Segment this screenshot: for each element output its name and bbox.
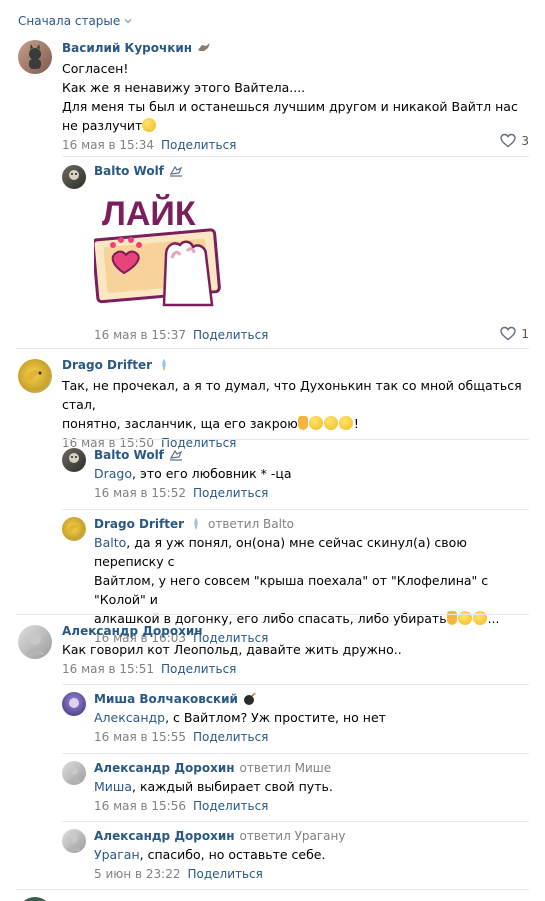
divider bbox=[62, 439, 529, 440]
avatar[interactable] bbox=[18, 359, 52, 393]
avatar[interactable] bbox=[62, 829, 86, 853]
divider bbox=[62, 753, 529, 754]
comment-time[interactable]: 5 июн в 23:22 bbox=[94, 867, 180, 882]
author-name[interactable]: Александр Дорохин bbox=[94, 828, 235, 844]
author-name[interactable]: Василий Курочкин bbox=[62, 40, 192, 56]
share-button[interactable]: Поделиться bbox=[161, 662, 236, 677]
avatar[interactable] bbox=[18, 625, 52, 659]
sticker-text: ЛАЙК bbox=[102, 194, 196, 233]
comment-text: Так, не прочекал, а я то думал, что Духо… bbox=[62, 378, 522, 431]
comment-text: Согласен! Как же я ненавижу этого Вайтел… bbox=[62, 61, 518, 133]
divider bbox=[16, 889, 529, 890]
avatar[interactable] bbox=[62, 517, 86, 541]
comment-text: , с Вайтлом? Уж простите, но нет bbox=[165, 710, 386, 725]
like-count: 3 bbox=[521, 133, 529, 148]
avatar[interactable] bbox=[62, 448, 86, 472]
avatar[interactable] bbox=[62, 761, 86, 785]
comment-text: , каждый выбирает свой путь. bbox=[132, 779, 333, 794]
replied-to[interactable]: ответил Урагану bbox=[240, 828, 346, 844]
comment-text: , да я уж понял, он(она) мне сейчас скин… bbox=[94, 535, 489, 626]
avatar[interactable] bbox=[18, 40, 52, 74]
replied-to[interactable]: ответил Мише bbox=[240, 760, 332, 776]
author-name[interactable]: Balto Wolf bbox=[94, 163, 164, 179]
avatar[interactable] bbox=[62, 692, 86, 716]
author-name[interactable]: Drago Drifter bbox=[94, 516, 184, 532]
mention-link[interactable]: Balto bbox=[94, 535, 126, 550]
share-button[interactable]: Поделиться bbox=[193, 799, 268, 814]
comment-text: , это его любовник * -ца bbox=[132, 466, 292, 481]
mention-link[interactable]: Ураган bbox=[94, 847, 140, 862]
divider bbox=[62, 156, 529, 157]
like-sticker[interactable]: ЛАЙК bbox=[94, 185, 226, 309]
author-name[interactable]: Balto Wolf bbox=[94, 447, 164, 463]
comment-time[interactable]: 16 мая в 15:51 bbox=[62, 662, 154, 677]
author-name[interactable]: Drago Drifter bbox=[62, 357, 152, 373]
comment-time[interactable]: 16 мая в 15:52 bbox=[94, 486, 186, 501]
wolf-icon bbox=[169, 165, 183, 177]
wolf-icon bbox=[198, 43, 211, 51]
comment-time[interactable]: 16 мая в 15:34 bbox=[62, 138, 154, 153]
thinking-emoji-icon bbox=[308, 416, 323, 430]
share-button[interactable]: Поделиться bbox=[193, 730, 268, 745]
avatar[interactable] bbox=[62, 165, 86, 189]
divider bbox=[62, 509, 529, 510]
heart-icon bbox=[500, 133, 517, 148]
author-name[interactable]: Александр Дорохин bbox=[62, 623, 203, 639]
divider bbox=[16, 348, 529, 349]
finger-emoji-icon bbox=[297, 416, 308, 430]
comment-text: Как говорил кот Леопольд, давайте жить д… bbox=[62, 642, 402, 657]
comment-text-end: ! bbox=[353, 416, 359, 431]
author-name[interactable]: Миша Волчаковский bbox=[94, 691, 238, 707]
like-button[interactable]: 1 bbox=[500, 326, 529, 341]
mention-link[interactable]: Александр bbox=[94, 710, 165, 725]
divider bbox=[62, 821, 529, 822]
chevron-down-icon bbox=[124, 19, 132, 24]
rocket-icon bbox=[162, 359, 166, 371]
mention-link[interactable]: Drago bbox=[94, 466, 132, 481]
divider bbox=[16, 614, 529, 615]
cool-emoji-icon bbox=[338, 416, 353, 430]
like-button[interactable]: 3 bbox=[500, 133, 529, 148]
author-name[interactable]: Александр Дорохин bbox=[94, 760, 235, 776]
replied-to[interactable]: ответил Balto bbox=[208, 516, 294, 532]
comment-time[interactable]: 16 мая в 15:56 bbox=[94, 799, 186, 814]
share-button[interactable]: Поделиться bbox=[161, 138, 236, 153]
wolf-icon bbox=[169, 449, 183, 461]
bomb-icon bbox=[243, 692, 256, 705]
like-count: 1 bbox=[521, 326, 529, 341]
avatar[interactable] bbox=[18, 897, 52, 901]
share-button[interactable]: Поделиться bbox=[193, 486, 268, 501]
sort-label: Сначала старые bbox=[18, 14, 121, 28]
mention-link[interactable]: Миша bbox=[94, 779, 132, 794]
sort-dropdown[interactable]: Сначала старые bbox=[18, 14, 133, 28]
grin-emoji-icon bbox=[142, 118, 157, 132]
heart-icon bbox=[500, 326, 517, 341]
crazy-emoji-icon bbox=[323, 416, 338, 430]
share-button[interactable]: Поделиться bbox=[193, 328, 268, 343]
comment-text: , спасибо, но оставьте себе. bbox=[139, 847, 326, 862]
divider bbox=[62, 684, 529, 685]
comment-time[interactable]: 16 мая в 15:55 bbox=[94, 730, 186, 745]
share-button[interactable]: Поделиться bbox=[187, 867, 262, 882]
rocket-icon bbox=[194, 518, 198, 530]
comment-time[interactable]: 16 мая в 15:37 bbox=[94, 328, 186, 343]
